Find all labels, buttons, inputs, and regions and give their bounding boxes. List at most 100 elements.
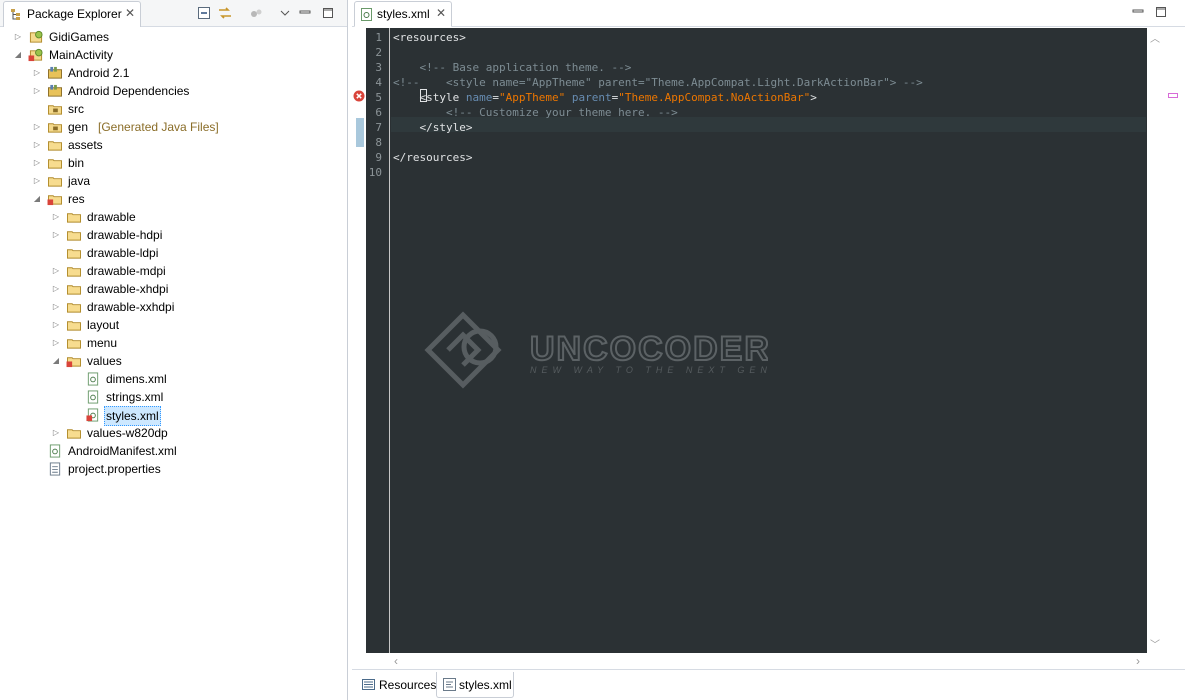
code-token: > bbox=[810, 91, 817, 104]
library-icon bbox=[48, 84, 62, 97]
tree-item[interactable]: dimens.xml bbox=[0, 370, 340, 388]
folder-error-icon bbox=[66, 357, 81, 368]
code-token: </resources> bbox=[393, 151, 473, 164]
collapsed-arrow-icon[interactable]: ▷ bbox=[32, 82, 42, 100]
tree-item[interactable]: ▷ menu bbox=[0, 334, 340, 352]
code-line[interactable]: </resources> bbox=[393, 150, 472, 165]
tree-item[interactable]: project.properties bbox=[0, 460, 340, 478]
tab-styles-xml[interactable]: styles.xml ✕ bbox=[354, 1, 452, 27]
view-menu-icon[interactable] bbox=[277, 5, 293, 21]
watermark-brand: UNCOCODER bbox=[530, 330, 768, 368]
code-line[interactable]: <!-- Customize your theme here. --> bbox=[393, 105, 678, 120]
tab-styles-xml-source[interactable]: styles.xml bbox=[436, 672, 514, 698]
error-icon[interactable] bbox=[353, 90, 365, 102]
library-icon bbox=[48, 66, 62, 79]
collapsed-arrow-icon[interactable]: ▷ bbox=[13, 28, 23, 46]
collapsed-arrow-icon[interactable]: ▷ bbox=[51, 280, 61, 298]
overview-marker[interactable] bbox=[1168, 93, 1178, 98]
line-number: 4 bbox=[375, 76, 382, 89]
close-icon[interactable]: ✕ bbox=[125, 6, 135, 20]
expanded-arrow-icon[interactable]: ◢ bbox=[13, 46, 23, 64]
line-number: 3 bbox=[375, 61, 382, 74]
code-token: name bbox=[465, 91, 493, 104]
tab-package-explorer[interactable]: Package Explorer ✕ bbox=[3, 1, 141, 27]
tree-item[interactable]: styles.xml bbox=[0, 406, 340, 426]
editor-bottom-tabs: Resources styles.xml bbox=[352, 669, 1185, 700]
horizontal-scrollbar[interactable]: ‹ › bbox=[366, 653, 1162, 669]
tree-item[interactable]: drawable-ldpi bbox=[0, 244, 340, 262]
code-line[interactable]: <resources> bbox=[393, 30, 466, 45]
tree-item[interactable]: ▷ gen [Generated Java Files] bbox=[0, 118, 340, 136]
code-line[interactable]: <!-- <style name="AppTheme" parent="Them… bbox=[393, 75, 923, 90]
collapsed-arrow-icon[interactable]: ▷ bbox=[51, 424, 61, 442]
tree-item[interactable]: ▷ drawable-mdpi bbox=[0, 262, 340, 280]
tab-label: styles.xml bbox=[377, 7, 430, 21]
maximize-icon[interactable] bbox=[1154, 5, 1168, 19]
folder-icon bbox=[67, 339, 81, 349]
code-token: parent bbox=[571, 91, 612, 104]
expanded-arrow-icon[interactable]: ◢ bbox=[32, 190, 42, 208]
tree-item[interactable]: strings.xml bbox=[0, 388, 340, 406]
tree-item[interactable]: ◢ res bbox=[0, 190, 340, 208]
tree-item-label: drawable-hdpi bbox=[87, 228, 163, 242]
tree-item[interactable]: AndroidManifest.xml bbox=[0, 442, 340, 460]
collapsed-arrow-icon[interactable]: ▷ bbox=[51, 298, 61, 316]
scroll-up-icon[interactable]: ︿ bbox=[1150, 30, 1160, 45]
collapsed-arrow-icon[interactable]: ▷ bbox=[51, 208, 61, 226]
tree-item[interactable]: ▷ bin bbox=[0, 154, 340, 172]
collapsed-arrow-icon[interactable]: ▷ bbox=[51, 316, 61, 334]
tree-item[interactable]: ▷ drawable-xhdpi bbox=[0, 280, 340, 298]
collapsed-arrow-icon[interactable]: ▷ bbox=[32, 118, 42, 136]
tree-item[interactable]: ◢ MainActivity bbox=[0, 46, 340, 64]
tab-resources[interactable]: Resources bbox=[356, 672, 436, 698]
annotation-ruler[interactable] bbox=[352, 28, 366, 653]
scroll-left-icon[interactable]: ‹ bbox=[394, 654, 398, 668]
folder-icon bbox=[67, 429, 81, 439]
minimize-icon[interactable] bbox=[1131, 5, 1145, 19]
link-with-editor-icon[interactable] bbox=[217, 5, 233, 21]
tree-item-label: strings.xml bbox=[106, 390, 164, 404]
tab-label: styles.xml bbox=[459, 678, 512, 692]
line-number: 7 bbox=[375, 121, 382, 134]
scroll-right-icon[interactable]: › bbox=[1136, 654, 1140, 668]
tree-item[interactable]: ▷ Android 2.1 bbox=[0, 64, 340, 82]
minimize-icon[interactable] bbox=[297, 5, 313, 21]
line-number: 2 bbox=[375, 46, 382, 59]
tree-item[interactable]: ◢ values bbox=[0, 352, 340, 370]
collapsed-arrow-icon[interactable]: ▷ bbox=[51, 334, 61, 352]
code-line[interactable]: <!-- Base application theme. --> bbox=[393, 60, 631, 75]
scroll-down-icon[interactable]: ﹀ bbox=[1150, 636, 1160, 651]
tree-item[interactable]: ▷ drawable-hdpi bbox=[0, 226, 340, 244]
collapsed-arrow-icon[interactable]: ▷ bbox=[32, 136, 42, 154]
filter-icon[interactable] bbox=[248, 5, 264, 21]
expanded-arrow-icon[interactable]: ◢ bbox=[51, 352, 61, 370]
tree-item-label: MainActivity bbox=[49, 48, 114, 62]
tree-item[interactable]: ▷ drawable bbox=[0, 208, 340, 226]
overview-ruler[interactable] bbox=[1162, 28, 1185, 653]
tree-item[interactable]: ▷ drawable-xxhdpi bbox=[0, 298, 340, 316]
tree-item[interactable]: ▷ Android Dependencies bbox=[0, 82, 340, 100]
tree-item[interactable]: ▷ values-w820dp bbox=[0, 424, 340, 442]
line-number: 8 bbox=[375, 136, 382, 149]
code-line[interactable]: </style> bbox=[393, 120, 472, 135]
collapsed-arrow-icon[interactable]: ▷ bbox=[32, 64, 42, 82]
maximize-icon[interactable] bbox=[320, 5, 336, 21]
tree-item[interactable]: ▷ java bbox=[0, 172, 340, 190]
collapsed-arrow-icon[interactable]: ▷ bbox=[32, 172, 42, 190]
collapsed-arrow-icon[interactable]: ▷ bbox=[32, 154, 42, 172]
close-icon[interactable]: ✕ bbox=[436, 6, 446, 20]
tree-item[interactable]: ▷ GidiGames bbox=[0, 28, 340, 46]
collapsed-arrow-icon[interactable]: ▷ bbox=[51, 226, 61, 244]
collapsed-arrow-icon[interactable]: ▷ bbox=[51, 262, 61, 280]
tree-item[interactable]: src bbox=[0, 100, 340, 118]
collapse-all-icon[interactable] bbox=[196, 5, 212, 21]
tree-item-label: values-w820dp bbox=[87, 426, 168, 440]
vertical-scrollbar[interactable]: ︿ ﹀ bbox=[1147, 28, 1162, 653]
code-line[interactable]: <style name="AppTheme" parent="Theme.App… bbox=[393, 90, 817, 105]
tree-item[interactable]: ▷ layout bbox=[0, 316, 340, 334]
folder-icon bbox=[48, 177, 62, 187]
code-editor[interactable]: 1 2 3 4 5 6 7 8 9 10 <resources> <!-- Base applic… bbox=[366, 28, 1162, 653]
tree-item[interactable]: ▷ assets bbox=[0, 136, 340, 154]
resources-icon bbox=[362, 679, 375, 690]
text-caret bbox=[420, 89, 427, 102]
